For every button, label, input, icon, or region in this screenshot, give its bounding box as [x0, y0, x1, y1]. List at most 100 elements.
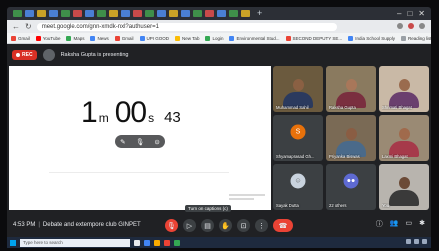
browser-tab[interactable]	[109, 10, 118, 17]
volume-icon[interactable]	[414, 239, 419, 244]
extension-icon[interactable]	[397, 23, 403, 29]
participant-name: 22 others	[329, 203, 347, 208]
task-view-icon[interactable]	[134, 239, 140, 246]
recording-badge: REC	[12, 50, 37, 60]
bookmark-item[interactable]: UPI GOOD	[139, 35, 169, 41]
people-icon[interactable]: 👥	[390, 219, 399, 229]
leave-call-button[interactable]: ☎	[273, 219, 293, 232]
mic-off-button[interactable]: 🎙	[165, 219, 178, 232]
address-field[interactable]: meet.google.com/gnn-xmdk-nxl?authuser=1	[36, 22, 337, 31]
bookmark-item[interactable]: News	[90, 35, 109, 41]
bookmark-item[interactable]: YouTube	[35, 35, 60, 41]
bookmark-label: Gmail	[18, 35, 30, 41]
timer-seconds: 00	[114, 96, 147, 129]
browser-tab[interactable]	[73, 10, 82, 17]
participant-tile[interactable]: ☺ Sayak Dutta	[273, 164, 323, 210]
bookmark-icon	[175, 35, 181, 41]
participant-video	[389, 177, 419, 206]
chrome-icon[interactable]	[144, 239, 150, 246]
bookmark-item[interactable]: Environmental Stud...	[229, 35, 280, 41]
browser-tab[interactable]	[145, 10, 154, 17]
mute-mic-icon[interactable]: 🎙	[136, 138, 144, 146]
bookmark-icon	[400, 35, 406, 41]
windows-start-icon[interactable]	[10, 239, 16, 246]
browser-tab[interactable]	[133, 10, 142, 17]
browser-tab[interactable]	[37, 10, 46, 17]
participant-tile[interactable]: Raksha Gupta	[326, 66, 376, 112]
bookmark-item[interactable]: Login	[205, 35, 223, 41]
stopwatch-display: 1 m 00 s 43	[81, 98, 181, 128]
bookmark-icon	[90, 35, 96, 41]
bookmark-item[interactable]: Reading list	[400, 35, 431, 41]
app-icon[interactable]	[174, 239, 180, 246]
browser-tab[interactable]	[49, 10, 58, 17]
monitor-screen: + – □ ✕ ← ↻ meet.google.com/gnn-xmdk-nxl…	[0, 0, 439, 251]
meeting-clock: 4:53 PM	[13, 221, 36, 228]
windows-taskbar: Type here to search	[7, 237, 431, 248]
participant-video	[336, 79, 366, 108]
close-icon[interactable]: ✕	[418, 9, 425, 18]
taskbar-search-box[interactable]: Type here to search	[20, 238, 130, 247]
new-tab-button[interactable]: +	[257, 9, 262, 18]
bookmark-item[interactable]: New Tab	[175, 35, 200, 41]
participant-avatar: ●●	[343, 173, 359, 189]
browser-tab[interactable]	[205, 10, 214, 17]
participant-tile[interactable]: Shrimati Bhagat	[379, 66, 429, 112]
browser-tab[interactable]	[181, 10, 190, 17]
pin-icon[interactable]: ✎	[120, 138, 125, 146]
bookmark-item[interactable]: SECOND DEPUTY SE...	[285, 35, 342, 41]
network-icon[interactable]	[406, 239, 411, 244]
participant-tile[interactable]: S Shyamaprasad Gh...	[273, 115, 323, 161]
reload-icon[interactable]: ↻	[25, 22, 32, 31]
participant-tile[interactable]: Muhammad Sahil	[273, 66, 323, 112]
bookmark-label: News	[97, 35, 109, 41]
call-controls: 🎙 ▷ ▤ ✋ ⊡ ⋮ ☎	[165, 219, 293, 232]
bookmark-icon	[348, 35, 354, 41]
bookmark-item[interactable]: Gmail	[11, 35, 30, 41]
participant-tile[interactable]: Laxmi Bhagat	[379, 115, 429, 161]
browser-tab[interactable]	[241, 10, 250, 17]
browser-tab[interactable]	[169, 10, 178, 17]
participant-tile[interactable]: Priyanka Biswas	[326, 115, 376, 161]
bookmark-item[interactable]: Gmail	[114, 35, 134, 41]
notification-icon[interactable]	[422, 239, 427, 244]
record-icon	[16, 53, 20, 57]
activities-icon[interactable]: ✱	[419, 219, 425, 229]
window-controls: – □ ✕	[397, 9, 425, 18]
back-icon[interactable]: ←	[12, 22, 20, 31]
maximize-icon[interactable]: □	[407, 9, 412, 18]
more-options-icon[interactable]: ⊝	[154, 138, 159, 146]
bookmark-label: Maps	[73, 35, 85, 41]
bookmark-label: Reading list	[407, 35, 431, 41]
browser-tab[interactable]	[25, 10, 34, 17]
raise-hand-button[interactable]: ✋	[219, 219, 232, 232]
more-options-button[interactable]: ⋮	[255, 219, 268, 232]
browser-tab[interactable]	[217, 10, 226, 17]
browser-tab[interactable]	[157, 10, 166, 17]
app-icon[interactable]	[164, 239, 170, 246]
browser-tab[interactable]	[229, 10, 238, 17]
profile-icon[interactable]	[408, 23, 414, 29]
browser-tab[interactable]	[61, 10, 70, 17]
browser-tab[interactable]	[121, 10, 130, 17]
participant-tile[interactable]: You	[379, 164, 429, 210]
participant-tile[interactable]: ●● 22 others	[326, 164, 376, 210]
menu-icon[interactable]	[419, 23, 425, 29]
minimize-icon[interactable]: –	[397, 9, 401, 18]
timer-hundredths: 43	[164, 109, 181, 126]
captions-button[interactable]: ▤	[201, 219, 214, 232]
file-explorer-icon[interactable]	[154, 239, 160, 246]
camera-button[interactable]: ▷	[183, 219, 196, 232]
bookmark-item[interactable]: India School Supply	[348, 35, 395, 41]
browser-tab[interactable]	[193, 10, 202, 17]
browser-tab[interactable]	[97, 10, 106, 17]
bookmark-item[interactable]: Maps	[66, 35, 85, 41]
chat-icon[interactable]: ▭	[406, 219, 413, 229]
browser-tab[interactable]	[13, 10, 22, 17]
browser-tab[interactable]	[85, 10, 94, 17]
bookmark-icon	[11, 35, 16, 41]
present-button[interactable]: ⊡	[237, 219, 250, 232]
participant-avatar: S	[290, 124, 306, 140]
bookmark-label: New Tab	[182, 35, 200, 41]
info-icon[interactable]: ⓘ	[376, 219, 383, 229]
